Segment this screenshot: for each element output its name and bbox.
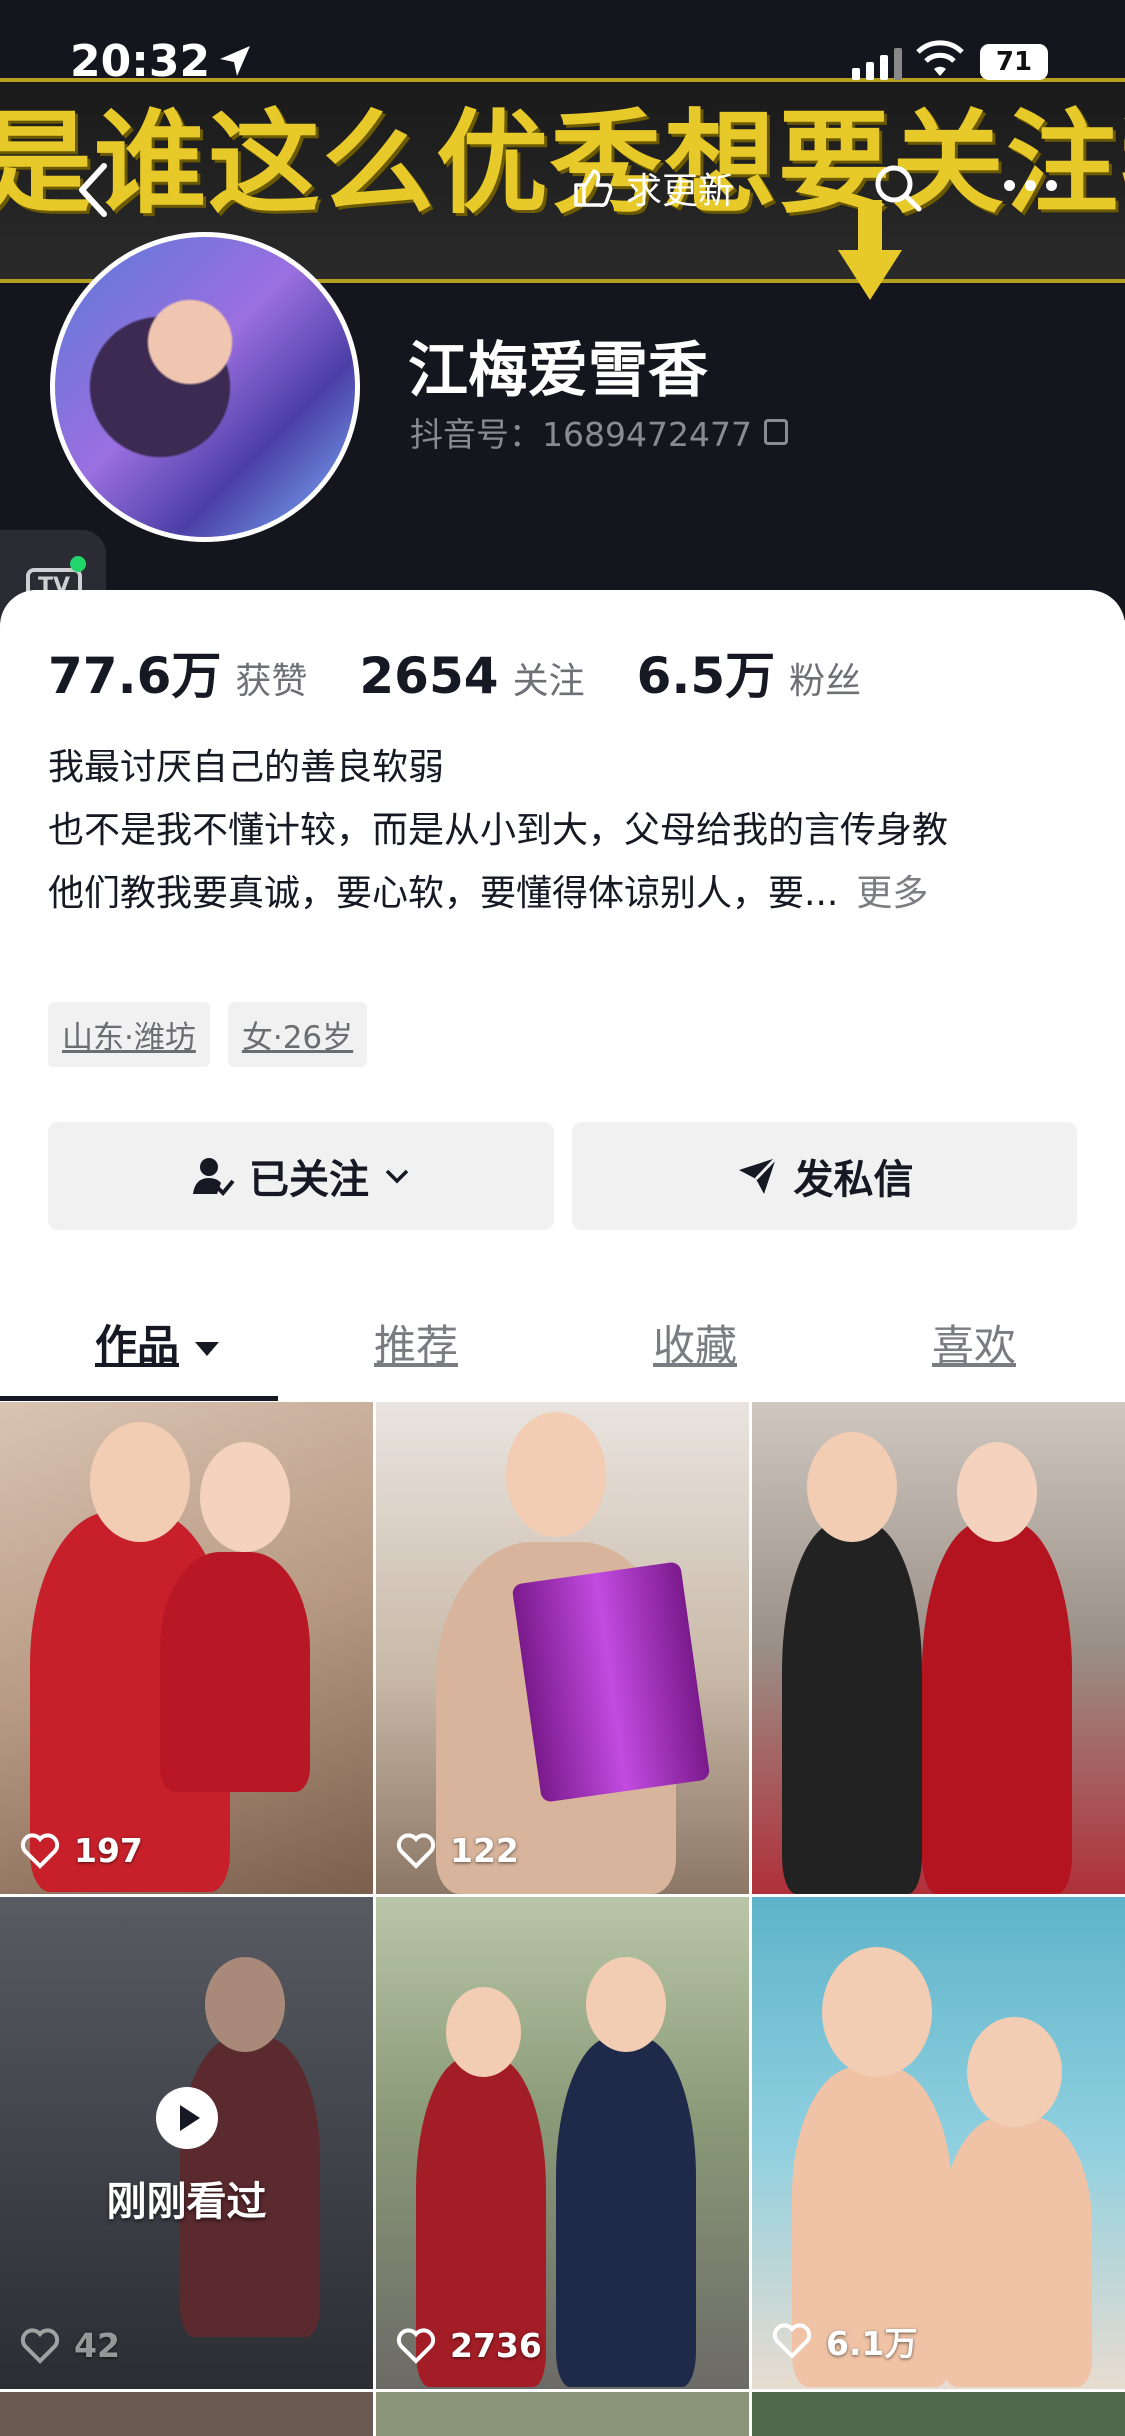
tab-works[interactable]: 作品 bbox=[95, 1312, 220, 1373]
chevron-down-icon bbox=[385, 1169, 409, 1184]
thumbs-up-icon bbox=[574, 169, 613, 207]
video-thumbnail[interactable]: 刚刚看过 42 bbox=[0, 1897, 373, 2389]
video-likes-count: 2736 bbox=[450, 2326, 542, 2365]
caret-down-icon bbox=[195, 1341, 220, 1356]
bio-more-link[interactable]: 更多 bbox=[856, 873, 928, 914]
followed-user-icon bbox=[193, 1158, 235, 1196]
video-likes-count: 6.1万 bbox=[826, 2324, 918, 2363]
recently-watched-badge: 刚刚看过 bbox=[0, 2087, 373, 2227]
location-arrow-icon bbox=[220, 46, 250, 76]
thumbnail-object bbox=[511, 1561, 711, 1803]
video-thumbnail[interactable]: 197 bbox=[0, 1402, 373, 1894]
banner-arrow-icon bbox=[838, 250, 902, 300]
copy-icon[interactable] bbox=[763, 419, 788, 445]
back-icon[interactable] bbox=[72, 160, 116, 220]
tab-works-label: 作品 bbox=[95, 1321, 180, 1370]
heart-icon bbox=[396, 1832, 436, 1869]
play-icon bbox=[155, 2087, 218, 2149]
request-update-button[interactable]: 求更新 bbox=[570, 158, 734, 218]
stat-followers-value: 6.5万 bbox=[636, 647, 776, 705]
following-label: 已关注 bbox=[249, 1157, 369, 1203]
douyin-id-text: 抖音号：1689472477 bbox=[410, 415, 752, 454]
video-likes: 42 bbox=[20, 2326, 120, 2365]
video-thumbnail[interactable]: 122 bbox=[376, 1402, 749, 1894]
bio-line-truncated: 他们教我要真诚，要心软，要懂得体谅别人，要... 更多 bbox=[48, 862, 1088, 925]
douyin-id: 抖音号：1689472477 bbox=[410, 408, 788, 456]
gender-age-tag[interactable]: 女·26岁 bbox=[227, 1002, 368, 1067]
more-options-icon[interactable] bbox=[1004, 180, 1057, 191]
content-tabs: 作品 推荐 收藏 喜欢 bbox=[0, 1288, 1125, 1401]
video-thumbnail[interactable] bbox=[0, 2392, 373, 2436]
stat-following-value: 2654 bbox=[359, 647, 499, 705]
cell-signal-icon bbox=[852, 46, 902, 80]
location-tag[interactable]: 山东·潍坊 bbox=[48, 1002, 210, 1067]
video-likes: 6.1万 bbox=[772, 2317, 917, 2365]
video-thumbnail[interactable] bbox=[752, 1402, 1125, 1894]
heart-icon bbox=[20, 1832, 60, 1869]
tab-liked[interactable]: 喜欢 bbox=[932, 1312, 1016, 1373]
stat-following-label: 关注 bbox=[512, 661, 585, 702]
tab-recommended[interactable]: 推荐 bbox=[374, 1312, 458, 1373]
video-thumbnail[interactable]: 6.1万 bbox=[752, 1897, 1125, 2389]
stat-following[interactable]: 2654 关注 bbox=[359, 647, 584, 705]
following-button[interactable]: 已关注 bbox=[48, 1122, 554, 1230]
avatar[interactable] bbox=[50, 232, 360, 542]
video-thumbnail[interactable] bbox=[752, 2392, 1125, 2436]
search-icon[interactable] bbox=[872, 162, 924, 214]
send-message-label: 发私信 bbox=[793, 1157, 914, 1203]
heart-icon bbox=[396, 2327, 436, 2364]
stat-followers-label: 粉丝 bbox=[789, 661, 862, 702]
stat-likes-value: 77.6万 bbox=[48, 647, 222, 705]
battery-indicator: 71 bbox=[980, 44, 1048, 80]
video-likes-count: 122 bbox=[450, 1831, 519, 1870]
active-tab-indicator bbox=[0, 1396, 278, 1401]
wifi-icon bbox=[916, 40, 964, 76]
send-message-button[interactable]: 发私信 bbox=[572, 1122, 1077, 1230]
live-status-dot bbox=[70, 556, 86, 572]
video-thumbnail[interactable]: 2736 bbox=[376, 1897, 749, 2389]
status-bar: 20:32 71 bbox=[0, 0, 1125, 120]
bio-line: 也不是我不懂计较，而是从小到大，父母给我的言传身教 bbox=[48, 810, 949, 851]
send-icon bbox=[738, 1156, 777, 1194]
profile-tags: 山东·潍坊 女·26岁 bbox=[48, 1002, 368, 1067]
stat-followers[interactable]: 6.5万 粉丝 bbox=[637, 636, 862, 708]
banner-overlay-text: 是谁这么优秀想要关注我 bbox=[0, 99, 1125, 229]
video-thumbnail[interactable] bbox=[376, 2392, 749, 2436]
request-update-label: 求更新 bbox=[626, 171, 735, 212]
status-time: 20:32 bbox=[70, 36, 211, 87]
bio-line: 我最讨厌自己的善良软弱 bbox=[48, 747, 445, 788]
video-likes-count: 42 bbox=[74, 2326, 120, 2365]
video-likes: 2736 bbox=[396, 2326, 542, 2365]
stat-likes-label: 获赞 bbox=[235, 661, 308, 702]
heart-icon bbox=[772, 2323, 812, 2359]
profile-stats: 77.6万 获赞 2654 关注 6.5万 粉丝 bbox=[48, 636, 913, 708]
video-likes-count: 197 bbox=[74, 1831, 143, 1870]
profile-name: 江梅爱雪香 bbox=[408, 336, 708, 406]
bio-line: 他们教我要真诚，要心软，要懂得体谅别人，要... bbox=[48, 873, 839, 914]
tab-favorites[interactable]: 收藏 bbox=[653, 1312, 737, 1373]
profile-bio: 我最讨厌自己的善良软弱 也不是我不懂计较，而是从小到大，父母给我的言传身教 他们… bbox=[48, 736, 1088, 925]
stat-likes: 77.6万 获赞 bbox=[48, 636, 307, 708]
video-likes: 122 bbox=[396, 1831, 519, 1870]
video-likes: 197 bbox=[20, 1831, 143, 1870]
recently-watched-label: 刚刚看过 bbox=[106, 2179, 267, 2225]
heart-icon bbox=[20, 2327, 60, 2364]
